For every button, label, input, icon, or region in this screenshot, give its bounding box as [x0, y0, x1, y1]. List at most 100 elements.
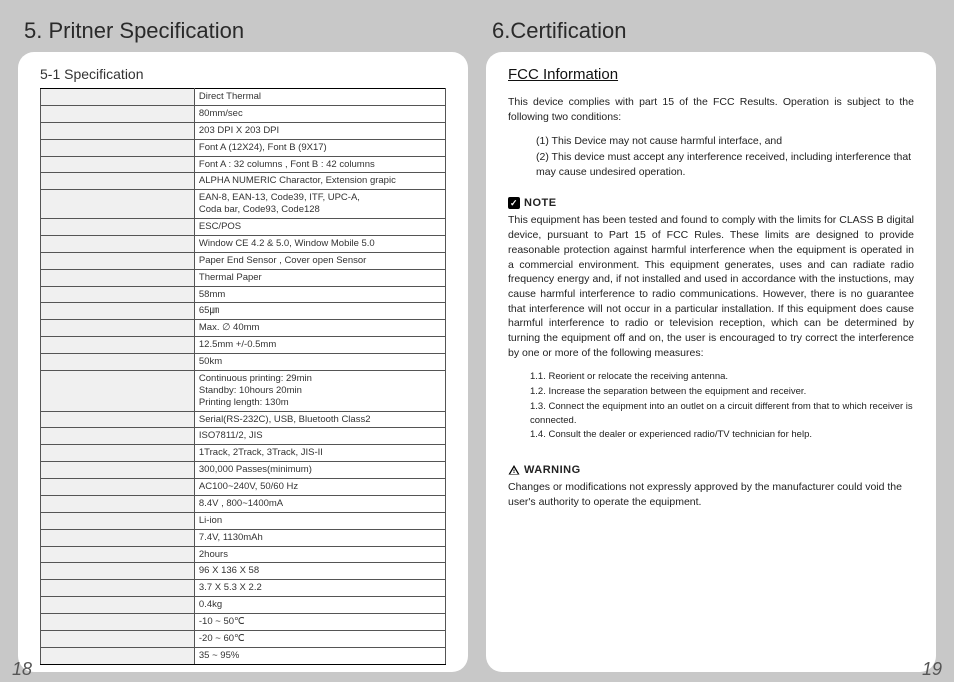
spec-label-cell: [41, 630, 195, 647]
spec-value-cell: 1Track, 2Track, 3Track, JIS-II: [194, 445, 445, 462]
spec-value-cell: Li-ion: [194, 512, 445, 529]
table-row: 0.4kg: [41, 597, 446, 614]
spec-label-cell: [41, 529, 195, 546]
table-row: 1Track, 2Track, 3Track, JIS-II: [41, 445, 446, 462]
spec-label-cell: [41, 89, 195, 106]
table-row: 7.4V, 1130mAh: [41, 529, 446, 546]
table-row: Serial(RS-232C), USB, Bluetooth Class2: [41, 411, 446, 428]
table-row: 50km: [41, 354, 446, 371]
section-number: 5.: [24, 18, 42, 43]
spec-label-cell: [41, 479, 195, 496]
spec-value-cell: 203 DPI X 203 DPI: [194, 122, 445, 139]
measure-item: 1.3. Connect the equipment into an outle…: [530, 400, 914, 428]
warning-icon: [508, 464, 520, 476]
table-row: AC100~240V, 50/60 Hz: [41, 479, 446, 496]
cert-card: FCC Information This device complies wit…: [486, 52, 936, 672]
spec-label-cell: [41, 370, 195, 411]
spec-value-cell: 96 X 136 X 58: [194, 563, 445, 580]
section-title-6: 6.Certification: [486, 18, 936, 44]
table-row: 96 X 136 X 58: [41, 563, 446, 580]
spec-subtitle: 5-1 Specification: [40, 66, 446, 82]
section-name: Certification: [510, 18, 626, 43]
spec-label-cell: [41, 462, 195, 479]
spec-value-cell: Window CE 4.2 & 5.0, Window Mobile 5.0: [194, 235, 445, 252]
spec-value-cell: 50km: [194, 354, 445, 371]
spec-value-cell: ESC/POS: [194, 219, 445, 236]
spec-value-cell: Max. ∅ 40mm: [194, 320, 445, 337]
spec-label-cell: [41, 105, 195, 122]
measure-item: 1.1. Reorient or relocate the receiving …: [530, 370, 914, 384]
table-row: -20 ~ 60℃: [41, 630, 446, 647]
spec-value-cell: 7.4V, 1130mAh: [194, 529, 445, 546]
spec-label-cell: [41, 269, 195, 286]
spec-value-cell: Font A (12X24), Font B (9X17): [194, 139, 445, 156]
spec-label-cell: [41, 156, 195, 173]
spec-value-cell: 2hours: [194, 546, 445, 563]
spec-label-cell: [41, 411, 195, 428]
note-icon: ✓: [508, 197, 520, 209]
table-row: Continuous printing: 29min Standby: 10ho…: [41, 370, 446, 411]
table-row: ESC/POS: [41, 219, 446, 236]
table-row: 2hours: [41, 546, 446, 563]
spec-label-cell: [41, 122, 195, 139]
spec-label-cell: [41, 354, 195, 371]
table-row: Font A : 32 columns , Font B : 42 column…: [41, 156, 446, 173]
condition-item: (2) This device must accept any interfer…: [536, 150, 914, 179]
fcc-conditions: (1) This Device may not cause harmful in…: [536, 134, 914, 179]
table-row: 58mm: [41, 286, 446, 303]
spec-label-cell: [41, 252, 195, 269]
spec-card: 5-1 Specification Direct Thermal80mm/sec…: [18, 52, 468, 672]
spec-label-cell: [41, 320, 195, 337]
table-row: Direct Thermal: [41, 89, 446, 106]
note-body: This equipment has been tested and found…: [508, 213, 914, 360]
section-name: Pritner Specification: [48, 18, 244, 43]
spec-table: Direct Thermal80mm/sec203 DPI X 203 DPIF…: [40, 88, 446, 665]
measures-list: 1.1. Reorient or relocate the receiving …: [530, 370, 914, 442]
table-row: 300,000 Passes(minimum): [41, 462, 446, 479]
warning-label-text: WARNING: [524, 464, 581, 476]
spec-value-cell: Serial(RS-232C), USB, Bluetooth Class2: [194, 411, 445, 428]
spec-value-cell: AC100~240V, 50/60 Hz: [194, 479, 445, 496]
fcc-intro: This device complies with part 15 of the…: [508, 95, 914, 124]
spec-value-cell: -20 ~ 60℃: [194, 630, 445, 647]
table-row: 35 ~ 95%: [41, 647, 446, 664]
spec-value-cell: 3.7 X 5.3 X 2.2: [194, 580, 445, 597]
page-number-left: 18: [12, 659, 32, 680]
table-row: 3.7 X 5.3 X 2.2: [41, 580, 446, 597]
right-page: 6.Certification FCC Information This dev…: [486, 18, 936, 672]
spec-value-cell: 65㎛: [194, 303, 445, 320]
spec-label-cell: [41, 597, 195, 614]
table-row: Font A (12X24), Font B (9X17): [41, 139, 446, 156]
table-row: 65㎛: [41, 303, 446, 320]
table-row: Thermal Paper: [41, 269, 446, 286]
spec-label-cell: [41, 580, 195, 597]
spec-label-cell: [41, 337, 195, 354]
section-title-5: 5. Pritner Specification: [18, 18, 468, 44]
spec-label-cell: [41, 139, 195, 156]
spec-value-cell: 12.5mm +/-0.5mm: [194, 337, 445, 354]
spec-label-cell: [41, 512, 195, 529]
spec-label-cell: [41, 546, 195, 563]
table-row: EAN-8, EAN-13, Code39, ITF, UPC-A, Coda …: [41, 190, 446, 219]
spec-value-cell: Thermal Paper: [194, 269, 445, 286]
warning-heading: WARNING: [508, 464, 914, 476]
note-label-text: NOTE: [524, 197, 557, 209]
spec-label-cell: [41, 286, 195, 303]
table-row: 203 DPI X 203 DPI: [41, 122, 446, 139]
spec-value-cell: 300,000 Passes(minimum): [194, 462, 445, 479]
table-row: ISO7811/2, JIS: [41, 428, 446, 445]
table-row: ALPHA NUMERIC Charactor, Extension grapi…: [41, 173, 446, 190]
table-row: 80mm/sec: [41, 105, 446, 122]
spec-value-cell: 8.4V , 800~1400mA: [194, 495, 445, 512]
spec-label-cell: [41, 563, 195, 580]
spec-label-cell: [41, 445, 195, 462]
table-row: Max. ∅ 40mm: [41, 320, 446, 337]
measure-item: 1.2. Increase the separation between the…: [530, 385, 914, 399]
fcc-heading: FCC Information: [508, 66, 914, 83]
section-number: 6.: [492, 18, 510, 43]
measure-item: 1.4. Consult the dealer or experienced r…: [530, 428, 914, 442]
spec-value-cell: 35 ~ 95%: [194, 647, 445, 664]
table-row: Window CE 4.2 & 5.0, Window Mobile 5.0: [41, 235, 446, 252]
table-row: Paper End Sensor , Cover open Sensor: [41, 252, 446, 269]
page-number-right: 19: [922, 659, 942, 680]
